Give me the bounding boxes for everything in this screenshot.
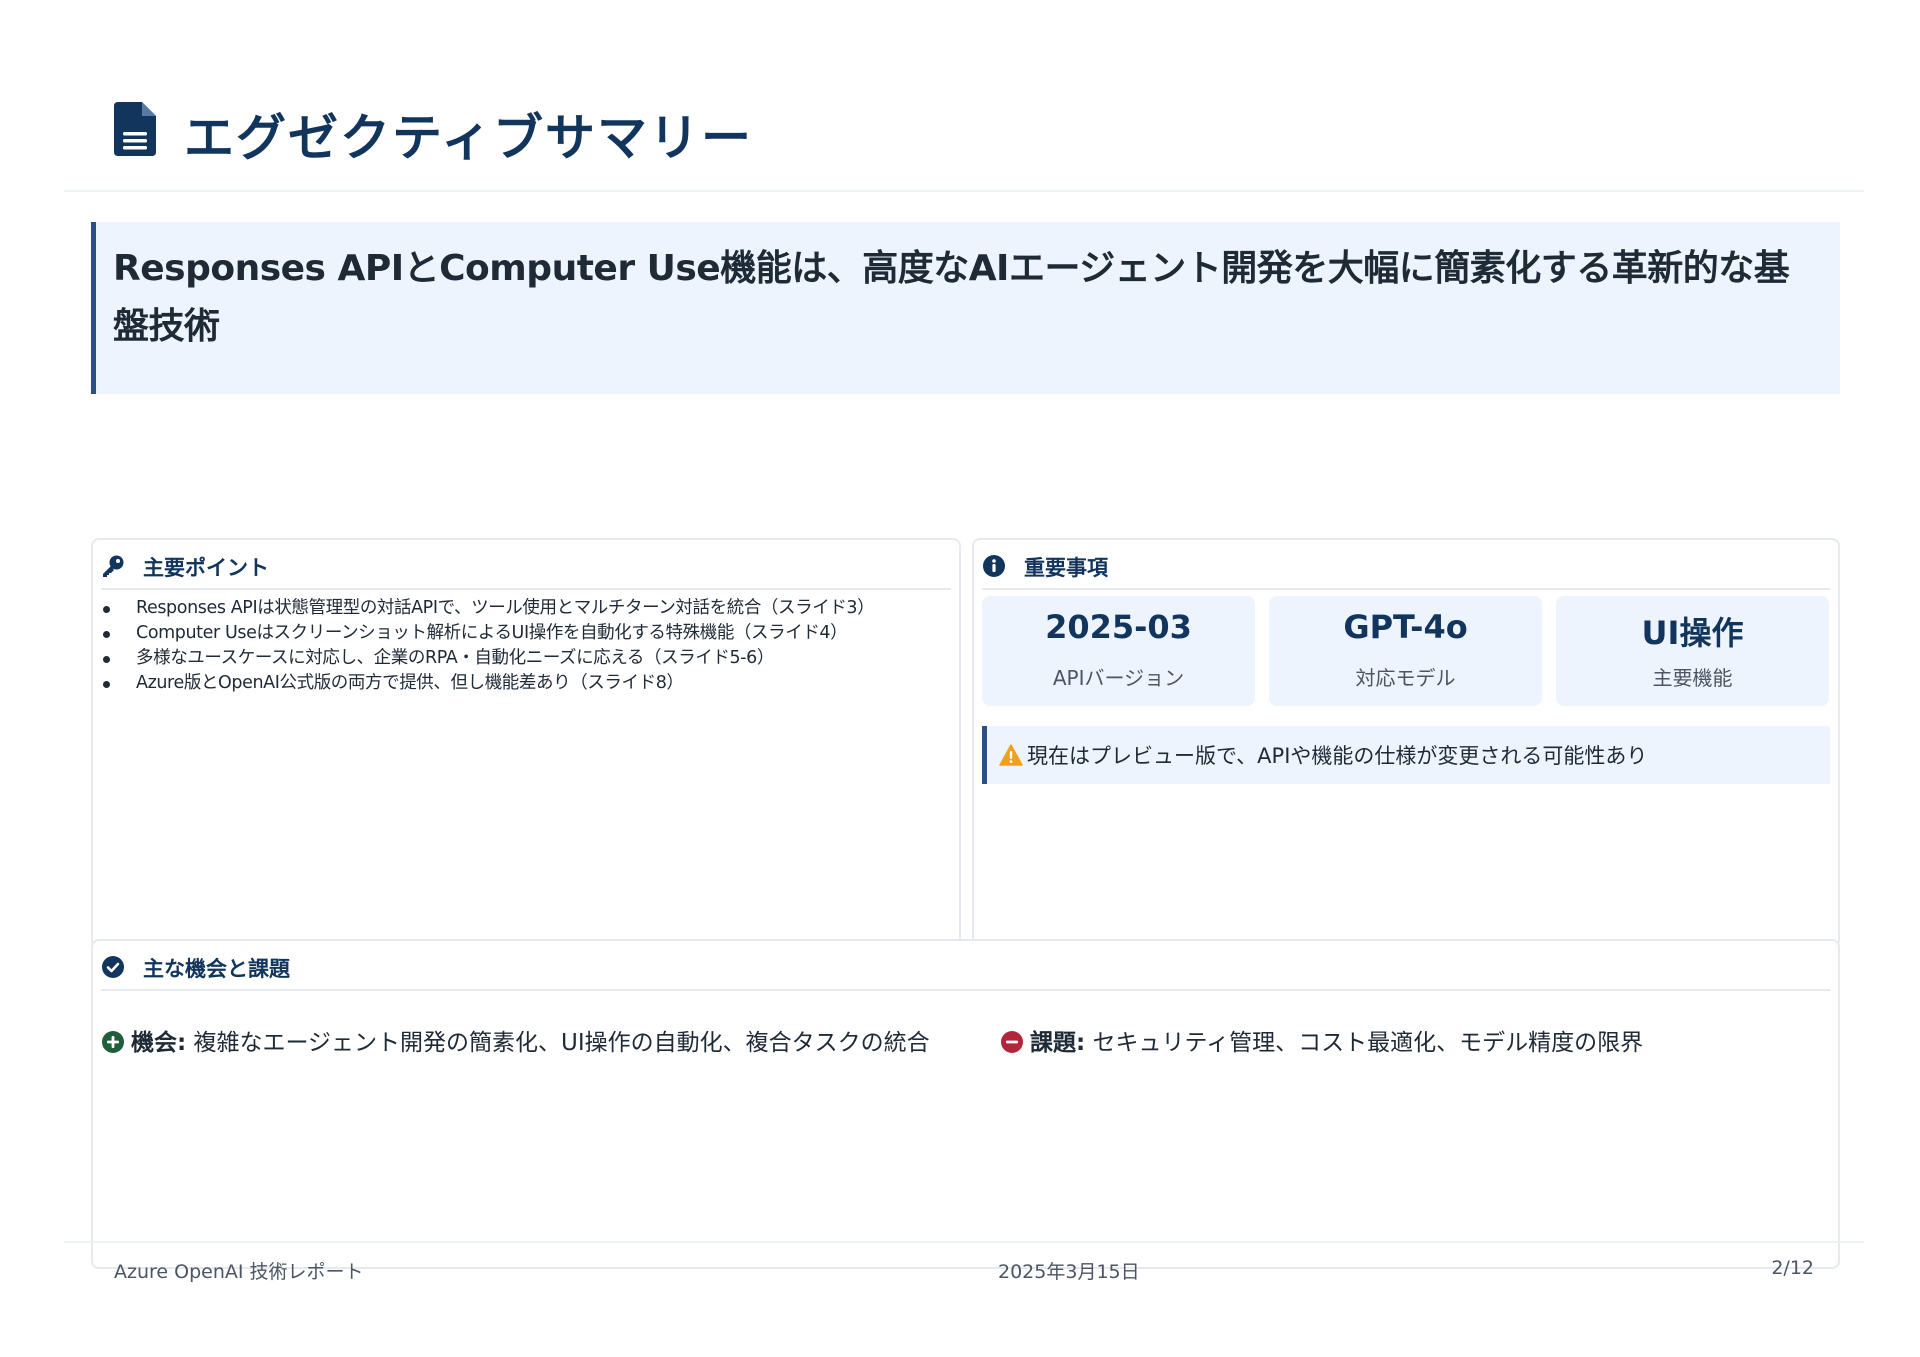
- challenge-label: 課題:: [1030, 1030, 1086, 1056]
- opportunities-card: 主な機会と課題 機会: 複雑なエージェント開発の簡素化、UI操作の自動化、複合タ…: [91, 939, 1840, 1269]
- key-icon: [103, 555, 124, 577]
- warning-text: 現在はプレビュー版で、APIや機能の仕様が変更される可能性あり: [1027, 744, 1648, 768]
- page-title: エグゼクティブサマリー: [184, 108, 753, 167]
- opportunity-text: 複雑なエージェント開発の簡素化、UI操作の自動化、複合タスクの統合: [186, 1030, 930, 1056]
- opportunities-header: 主な機会と課題: [101, 949, 1830, 991]
- plus-circle-icon: [102, 1031, 124, 1053]
- stat-value: 2025-03: [1045, 608, 1192, 646]
- warning-note: 現在はプレビュー版で、APIや機能の仕様が変更される可能性あり: [982, 726, 1830, 784]
- page-number: 2/12: [1771, 1257, 1814, 1279]
- slide-page: エグゼクティブサマリー Responses APIとComputer Use機能…: [0, 0, 1920, 1357]
- warning-triangle-icon: [999, 744, 1023, 766]
- check-circle-icon: [102, 956, 124, 978]
- headline-banner: Responses APIとComputer Use機能は、高度なAIエージェン…: [91, 222, 1840, 394]
- key-points-title: 主要ポイント: [143, 556, 269, 580]
- stat-card-feature: UI操作 主要機能: [1556, 596, 1829, 706]
- list-item: 多様なユースケースに対応し、企業のRPA・自動化ニーズに応える（スライド5-6）: [103, 646, 949, 671]
- minus-circle-icon: [1001, 1031, 1023, 1053]
- stat-value: UI操作: [1641, 614, 1744, 652]
- footer-report-name: Azure OpenAI 技術レポート: [114, 1261, 364, 1283]
- stat-value: GPT-4o: [1343, 608, 1468, 646]
- important-header: 重要事項: [982, 548, 1830, 590]
- list-item: Azure版とOpenAI公式版の両方で提供、但し機能差あり（スライド8）: [103, 671, 949, 696]
- stat-label: 対応モデル: [1355, 666, 1456, 690]
- page-header: エグゼクティブサマリー: [64, 60, 1864, 192]
- headline-text: Responses APIとComputer Use機能は、高度なAIエージェン…: [113, 248, 1790, 347]
- stat-card-model: GPT-4o 対応モデル: [1269, 596, 1542, 706]
- stat-label: 主要機能: [1652, 666, 1733, 690]
- list-item: Computer Useはスクリーンショット解析によるUI操作を自動化する特殊機…: [103, 621, 949, 646]
- challenge-text: セキュリティ管理、コスト最適化、モデル精度の限界: [1085, 1030, 1644, 1056]
- opportunity-label: 機会:: [131, 1030, 187, 1056]
- stat-label: APIバージョン: [1052, 666, 1185, 690]
- document-icon: [114, 102, 156, 156]
- footer-date: 2025年3月15日: [998, 1261, 1140, 1283]
- page-footer: Azure OpenAI 技術レポート 2025年3月15日 2/12: [64, 1241, 1864, 1301]
- list-item: Responses APIは状態管理型の対話APIで、ツール使用とマルチターン対…: [103, 596, 949, 621]
- challenge-block: 課題: セキュリティ管理、コスト最適化、モデル精度の限界: [1000, 1025, 1820, 1061]
- opportunities-title: 主な機会と課題: [143, 957, 290, 981]
- important-title: 重要事項: [1024, 556, 1108, 580]
- stat-card-api-version: 2025-03 APIバージョン: [982, 596, 1255, 706]
- key-points-header: 主要ポイント: [101, 548, 951, 590]
- key-points-list: Responses APIは状態管理型の対話APIで、ツール使用とマルチターン対…: [103, 596, 949, 696]
- key-points-card: 主要ポイント Responses APIは状態管理型の対話APIで、ツール使用と…: [91, 538, 961, 948]
- important-card: 重要事項 2025-03 APIバージョン GPT-4o 対応モデル UI操作 …: [972, 538, 1840, 948]
- opportunity-block: 機会: 複雑なエージェント開発の簡素化、UI操作の自動化、複合タスクの統合: [101, 1025, 931, 1061]
- info-icon: [983, 555, 1005, 577]
